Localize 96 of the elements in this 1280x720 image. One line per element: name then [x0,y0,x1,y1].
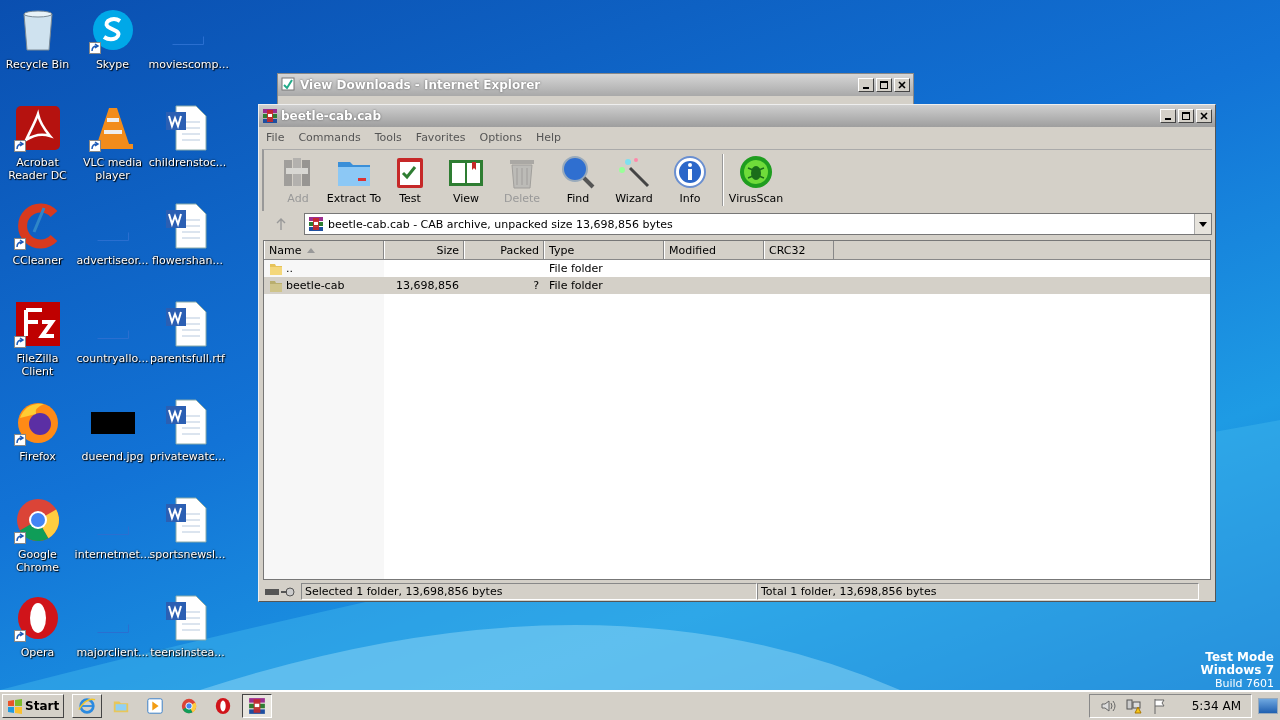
desktop-icon[interactable]: FileZilla Client [0,298,75,396]
file-row[interactable]: .. File folder [264,260,1210,277]
packed-size: ? [533,279,539,292]
blank-file-icon [171,36,204,45]
status-text: Selected 1 folder, 13,698,856 bytes [301,583,757,600]
desktop-icon[interactable]: Google Chrome [0,494,75,592]
show-desktop-button[interactable] [1258,698,1278,714]
maximize-button[interactable] [1178,109,1194,123]
info-icon [672,154,708,190]
file-name: .. [286,262,293,275]
desktop-icon[interactable]: internetmet... [75,494,150,592]
speaker-icon[interactable] [1099,698,1116,714]
desktop-icon[interactable]: VLC media player [75,102,150,200]
blank-file-icon [96,232,129,241]
os-notice-text: Test Mode [1204,651,1274,664]
file-type: File folder [549,279,603,292]
window-title: beetle-cab.cab [281,109,382,123]
desktop-icon[interactable]: majorclient... [75,592,150,690]
path-field[interactable]: beetle-cab.cab - CAB archive, unpacked size 13,698,856 bytes [304,213,1212,235]
desktop-icon[interactable]: Recycle Bin [0,4,75,102]
menu-item[interactable]: Options [479,130,522,144]
windows-logo-icon [7,698,23,714]
minimize-icon [863,87,869,89]
desktop-icon[interactable]: Opera [0,592,75,690]
column-header[interactable]: CRC32 [764,241,834,259]
menu-item[interactable]: Help [535,130,562,144]
status-text: Total 1 folder, 13,698,856 bytes [757,583,1199,600]
up-arrow-icon [276,218,286,230]
flag-icon[interactable] [1151,698,1168,714]
shortcut-arrow-icon [13,140,26,152]
window-title: View Downloads - Internet Explorer [300,78,542,92]
toolbar-button[interactable]: Extract To [326,154,382,205]
os-notice-text: Windows 7 [1200,664,1274,677]
desktop-icon[interactable]: flowershan... [150,200,225,298]
start-button[interactable]: Start [2,694,65,718]
desktop-icon[interactable]: dueend.jpg [75,396,150,494]
network-icon[interactable] [1125,698,1142,714]
toolbar-button[interactable]: Test [382,154,438,205]
archive-icon [308,216,324,232]
column-header[interactable]: Type [544,241,664,259]
opera-icon [214,697,233,715]
close-icon [898,81,906,89]
menu-item[interactable]: Commands [298,130,361,144]
archive-icon [262,108,278,124]
shortcut-arrow-icon [13,532,26,544]
column-header[interactable]: Name [264,241,384,259]
column-header[interactable]: Size [384,241,464,259]
play-icon [146,697,165,715]
toolbar-button[interactable]: Info [662,154,718,205]
desktop-icon[interactable]: childrenstoc... [150,102,225,200]
menu-item[interactable]: Tools [374,130,402,144]
desktop-icon[interactable]: Skype [75,4,150,102]
blank-file-icon [96,330,129,339]
toolbar-button[interactable]: View [438,154,494,205]
bug-icon [738,154,774,190]
toolbar-button[interactable]: Find [550,154,606,205]
browser-icon [281,77,297,93]
taskbar-app-button[interactable] [242,694,273,718]
column-header[interactable]: Packed [464,241,544,259]
archive-icon [248,697,267,715]
folder-icon [269,261,283,276]
close-icon [1200,112,1208,120]
file-name: beetle-cab [286,279,345,292]
menu-item[interactable]: Favorites [415,130,466,144]
desktop-icon[interactable]: parentsfull.rtf [150,298,225,396]
minimize-icon [1165,118,1171,120]
desktop-icon[interactable]: CCleaner [0,200,75,298]
desktop-icon[interactable]: advertiseor... [75,200,150,298]
minimize-button[interactable] [1160,109,1176,123]
shortcut-arrow-icon [13,238,26,250]
toolbar-button[interactable]: Wizard [606,154,662,205]
shortcut-arrow-icon [13,630,26,642]
clock[interactable]: 5:34 AM [1191,699,1241,713]
close-button[interactable] [1196,109,1212,123]
maximize-icon [880,81,888,89]
desktop-icon[interactable]: sportsnewsl... [150,494,225,592]
folder-icon [269,278,283,293]
file-type: File folder [549,262,603,275]
shortcut-arrow-icon [88,42,101,54]
desktop-icon[interactable]: Acrobat Reader DC [0,102,75,200]
maximize-icon [1182,112,1190,120]
shortcut-arrow-icon [88,140,101,152]
browser-icon [78,697,97,715]
file-row[interactable]: beetle-cab 13,698,856 ? File folder [264,277,1210,294]
shortcut-arrow-icon [13,434,26,446]
column-header[interactable]: Modified [664,241,764,259]
desktop-icon[interactable]: countryallo... [75,298,150,396]
menu-item[interactable]: File [266,130,285,144]
desktop-icon[interactable]: Firefox [0,396,75,494]
magnifier-icon [560,154,596,190]
shortcut-arrow-icon [13,336,26,348]
file-size: 13,698,856 [396,279,459,292]
desktop-icon[interactable]: privatewatc... [150,396,225,494]
os-notice-text: Build 7601 [1213,677,1274,690]
chrome-icon [180,697,199,715]
toolbar-button[interactable]: VirusScan [728,154,784,205]
